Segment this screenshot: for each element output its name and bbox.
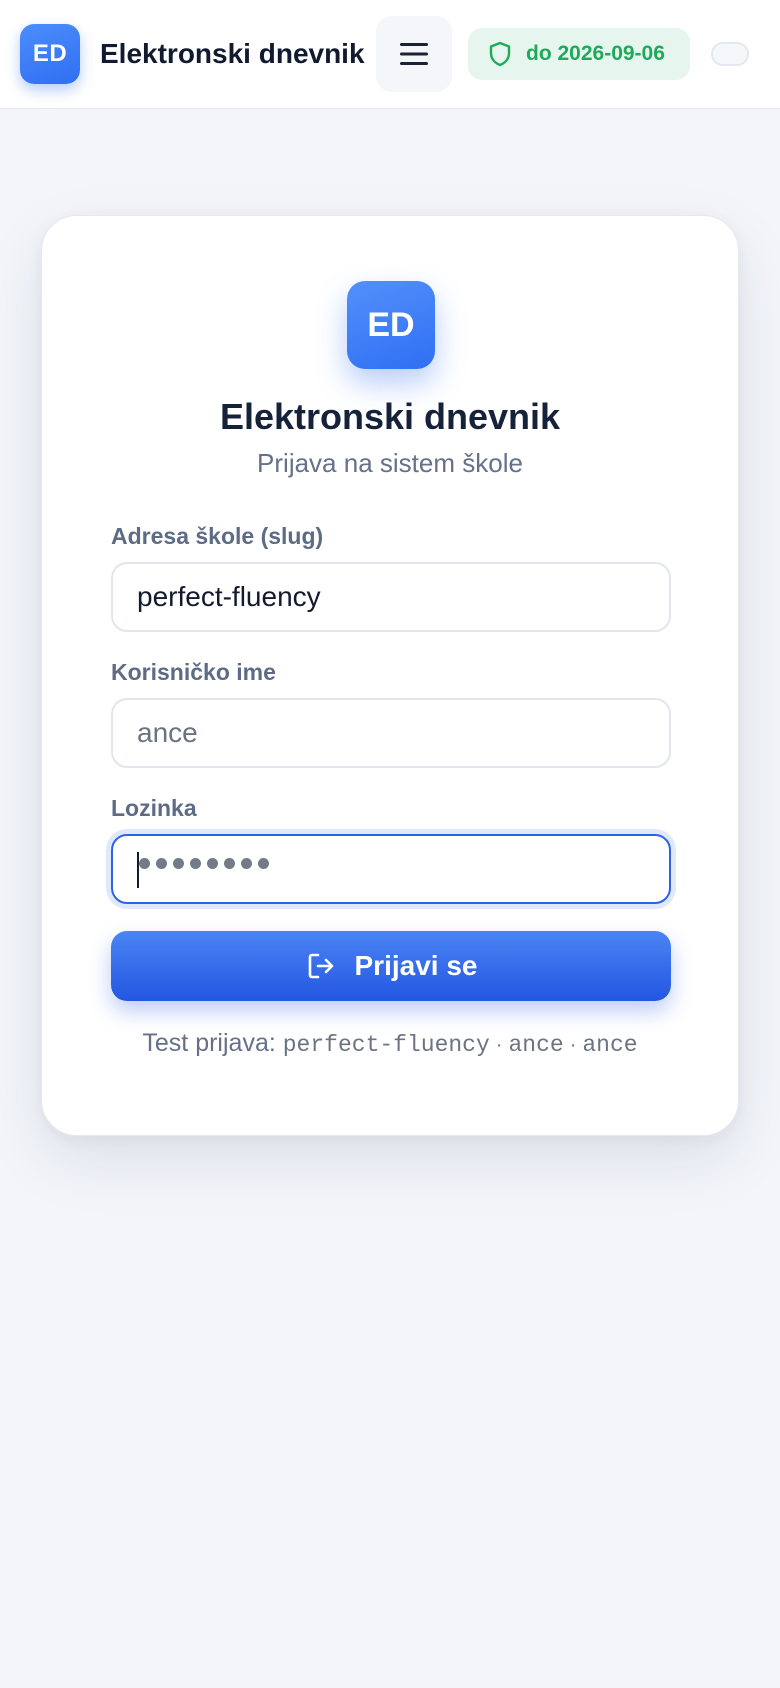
- separator: ·: [495, 1034, 503, 1056]
- password-dot: [139, 858, 150, 869]
- test-login-username: ance: [508, 1032, 564, 1058]
- password-label: Lozinka: [111, 795, 197, 821]
- separator: ·: [569, 1034, 577, 1056]
- text-caret: [137, 852, 139, 888]
- school-slug-label: Adresa škole (slug): [111, 523, 324, 549]
- test-login-hint: Test prijava: perfect-fluency · ance · ance: [42, 1029, 738, 1058]
- username-input[interactable]: [111, 698, 671, 768]
- app-title: Elektronski dnevnik: [100, 38, 365, 69]
- password-dot: [173, 858, 184, 869]
- top-bar: ED Elektronski dnevnik do 2026-09-06: [0, 0, 780, 109]
- password-dot: [241, 858, 252, 869]
- app-logo[interactable]: ED: [20, 24, 80, 84]
- username-label: Korisničko ime: [111, 659, 276, 685]
- login-card: ED Elektronski dnevnik Prijava na sistem…: [41, 215, 739, 1136]
- card-subtitle: Prijava na sistem škole: [257, 448, 523, 478]
- license-expiry-text: do 2026-09-06: [526, 42, 665, 65]
- login-button-label: Prijavi se: [354, 950, 478, 981]
- login-icon: [308, 953, 333, 979]
- password-dot: [224, 858, 235, 869]
- school-slug-input[interactable]: [111, 562, 671, 632]
- test-login-school: perfect-fluency: [282, 1032, 490, 1058]
- login-button[interactable]: Prijavi se: [111, 931, 671, 1001]
- license-badge: do 2026-09-06: [468, 28, 690, 80]
- shield-icon: [489, 41, 511, 67]
- password-dot: [258, 858, 269, 869]
- test-login-password: ance: [582, 1032, 638, 1058]
- theme-toggle[interactable]: [711, 42, 749, 66]
- card-logo: ED: [347, 281, 435, 369]
- test-login-prefix: Test prijava:: [142, 1029, 276, 1057]
- password-mask: [139, 858, 269, 869]
- password-dot: [190, 858, 201, 869]
- password-dot: [207, 858, 218, 869]
- card-title: Elektronski dnevnik: [219, 396, 561, 437]
- password-dot: [156, 858, 167, 869]
- menu-button[interactable]: [376, 16, 452, 92]
- password-input[interactable]: [111, 834, 671, 904]
- hamburger-icon: [400, 43, 428, 65]
